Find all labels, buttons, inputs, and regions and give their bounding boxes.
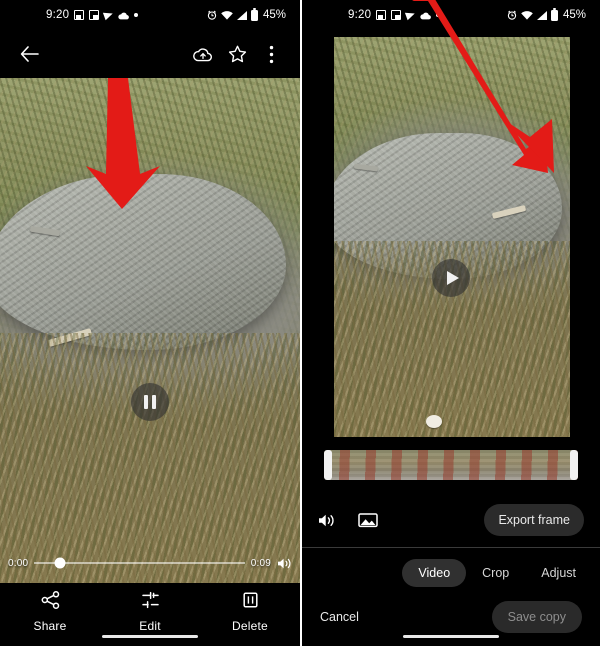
left-phone-screen: 9:20 45% 0:00 0:09 Share Edit Delete (0, 0, 300, 646)
signal-icon (236, 10, 247, 20)
photo-viewer-appbar (0, 30, 300, 78)
editor-preview-area (302, 30, 600, 437)
bottom-nav-item-share[interactable]: Share (7, 591, 93, 633)
battery-percent: 45% (562, 9, 586, 21)
status-time: 9:20 (348, 9, 372, 21)
share-icon (41, 591, 60, 614)
cloud-upload-icon (420, 11, 432, 20)
picture-in-picture-icon (89, 10, 100, 20)
overflow-menu-icon[interactable] (254, 37, 288, 71)
battery-icon (250, 7, 258, 21)
star-icon[interactable] (220, 37, 254, 71)
delete-icon (242, 591, 259, 614)
play-button[interactable] (432, 259, 470, 297)
volume-on-icon[interactable] (318, 513, 336, 528)
tab-video[interactable]: Video (402, 559, 467, 587)
tune-icon (141, 591, 160, 614)
status-time: 9:20 (46, 9, 70, 21)
total-time: 0:09 (250, 557, 271, 569)
save-copy-button[interactable]: Save copy (491, 601, 582, 633)
scrubber-track[interactable] (34, 557, 245, 569)
editor-tab-bar: Video Crop Adjust (302, 556, 600, 590)
signal-icon (536, 10, 547, 20)
filmstrip-trimmer[interactable] (324, 450, 578, 480)
dot-icon (134, 13, 139, 17)
bottom-nav-item-delete[interactable]: Delete (207, 591, 293, 633)
editor-tool-row: Export frame (302, 498, 600, 542)
send-icon (405, 9, 417, 21)
bottom-nav-label-share: Share (33, 619, 67, 633)
editor-footer: Cancel Save copy (302, 596, 600, 638)
bottom-nav-item-edit[interactable]: Edit (107, 591, 193, 633)
picture-in-picture-icon (391, 10, 402, 20)
back-button[interactable] (12, 37, 46, 71)
grass-decoration (0, 333, 300, 583)
send-icon (103, 9, 115, 21)
battery-percent: 45% (262, 9, 286, 21)
status-bar: 9:20 45% (302, 0, 600, 30)
pause-button[interactable] (131, 383, 169, 421)
status-bar-left: 9:20 (46, 9, 139, 21)
scrubber-knob[interactable] (54, 557, 66, 569)
alarm-icon (207, 10, 217, 20)
export-frame-icon[interactable] (358, 512, 378, 528)
wifi-icon (521, 10, 533, 20)
save-icon (74, 10, 85, 20)
cloud-upload-icon (118, 11, 130, 20)
dot-icon (436, 13, 441, 17)
trim-handle-right[interactable] (570, 450, 578, 480)
play-icon (446, 271, 459, 285)
battery-icon (550, 7, 558, 21)
status-bar-right: 45% (207, 7, 286, 21)
volume-on-icon[interactable] (277, 557, 292, 570)
alarm-icon (507, 10, 517, 20)
wifi-icon (221, 10, 233, 20)
screenshot-pair: 9:20 45% 0:00 0:09 Share Edit Delete 9:2… (0, 0, 600, 646)
home-indicator (102, 635, 198, 638)
status-bar-left: 9:20 (348, 9, 441, 21)
pause-icon (144, 395, 156, 409)
right-phone-screen: 9:20 45% Export frame Video Crop Adjust … (300, 0, 600, 646)
cloud-backup-icon[interactable] (186, 37, 220, 71)
editor-divider (302, 547, 600, 548)
current-time: 0:00 (8, 557, 29, 569)
rock-decoration (0, 174, 286, 350)
status-bar-right: 45% (507, 7, 586, 21)
home-indicator (403, 635, 499, 638)
bottom-action-bar: Share Edit Delete (0, 584, 300, 646)
status-bar: 9:20 45% (0, 0, 300, 30)
video-scrubber[interactable]: 0:00 0:09 (0, 550, 300, 576)
tab-crop[interactable]: Crop (466, 559, 525, 587)
export-frame-button[interactable]: Export frame (484, 504, 584, 536)
bottom-nav-label-edit: Edit (139, 619, 161, 633)
tab-adjust[interactable]: Adjust (525, 559, 592, 587)
trim-handle-left[interactable] (324, 450, 332, 480)
save-icon (376, 10, 387, 20)
video-preview-left[interactable]: 0:00 0:09 (0, 78, 300, 583)
cancel-button[interactable]: Cancel (320, 610, 359, 624)
bottom-nav-label-delete: Delete (232, 619, 268, 633)
video-preview-right[interactable] (334, 37, 570, 437)
white-pebble-decoration (426, 415, 442, 428)
